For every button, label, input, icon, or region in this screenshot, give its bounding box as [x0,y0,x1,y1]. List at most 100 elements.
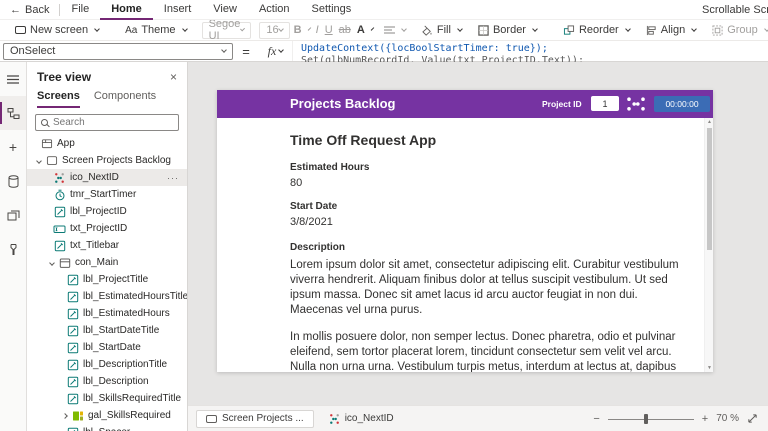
zoom-level[interactable]: 70 % [716,413,739,424]
label-icon [66,393,79,405]
label-icon [53,206,66,218]
tree-item-App[interactable]: App [27,135,187,152]
chevron-down-icon [370,27,375,31]
back-button[interactable]: ← Back [0,4,59,16]
tree-item-Screen Projects Backlog[interactable]: Screen Projects Backlog [27,152,187,169]
fill-button[interactable]: Fill [415,20,469,40]
advanced-tools-rail-button[interactable] [0,232,26,266]
menu-item-insert[interactable]: Insert [153,0,203,20]
screen-tab-Screen Projects ...[interactable]: Screen Projects ... [196,409,314,428]
chevron-down-icon [94,26,100,32]
tree-view-rail-button[interactable] [0,96,26,130]
chevron-right-icon[interactable] [58,412,71,419]
chevron-down-icon [691,26,698,32]
bold-button[interactable]: B [292,20,312,40]
tree-item-lbl_DescriptionTitle[interactable]: lbl_DescriptionTitle [27,356,187,373]
underline-button[interactable]: U [323,20,335,40]
format-toolbar: New screen Aa Theme Segoe UI 16 B I U ab… [0,20,768,41]
project-id-input[interactable] [591,96,619,111]
tree-item-label: lbl_StartDate [83,342,141,353]
zoom-slider-handle[interactable] [643,413,648,424]
screen-tab-ico_NextID[interactable]: ico_NextID [320,410,403,428]
description-label: Description [290,242,346,253]
tree-item-label: lbl_EstimatedHours [83,308,170,319]
menu-item-view[interactable]: View [202,0,248,20]
insert-rail-button[interactable]: + [0,130,26,164]
menu-item-home[interactable]: Home [100,0,153,20]
tree-item-lbl_EstimatedHours[interactable]: lbl_EstimatedHours [27,305,187,322]
theme-button[interactable]: Aa Theme [118,20,193,40]
tree-item-txt_ProjectID[interactable]: txt_ProjectID [27,220,187,237]
italic-button[interactable]: I [314,20,321,40]
menu-item-file[interactable]: File [60,0,100,20]
timer-icon [53,189,66,201]
tree-item-gal_SkillsRequired[interactable]: gal_SkillsRequired [27,407,187,424]
tree-item-lbl_Description[interactable]: lbl_Description [27,373,187,390]
tree-item-lbl_ProjectID[interactable]: lbl_ProjectID [27,203,187,220]
scroll-down-icon[interactable]: ▼ [705,365,713,371]
hamburger-menu-button[interactable] [0,62,26,96]
close-icon[interactable]: × [170,70,177,84]
tree-item-lbl_StartDate[interactable]: lbl_StartDate [27,339,187,356]
formula-line-1: UpdateContext({locBoolStartTimer: true})… [301,42,548,54]
chevron-down-icon [277,26,284,32]
zoom-out-button[interactable]: − [593,413,599,425]
fit-to-window-button[interactable] [747,413,758,424]
strikethrough-button[interactable]: ab [337,20,353,40]
new-screen-button[interactable]: New screen [8,20,106,40]
next-id-icon[interactable] [625,96,647,117]
icon-control-icon [53,172,66,184]
tree-item-lbl_SkillsRequiredTitle[interactable]: lbl_SkillsRequiredTitle [27,390,187,407]
tree-item-lbl_Spacer[interactable]: lbl_Spacer [27,424,187,431]
font-family-select[interactable]: Segoe UI [201,20,252,40]
group-button[interactable]: Group [705,20,768,40]
back-arrow-icon: ← [10,3,21,16]
formula-input[interactable]: UpdateContext({locBoolStartTimer: true})… [293,41,768,62]
zoom-in-button[interactable]: + [702,413,708,425]
page-scrollbar[interactable]: ▲ ▼ [704,118,713,372]
chevron-down-icon [624,26,631,32]
tree-item-lbl_ProjectTitle[interactable]: lbl_ProjectTitle [27,271,187,288]
font-size-select[interactable]: 16 [259,21,290,39]
menu-item-action[interactable]: Action [248,0,301,20]
zoom-slider[interactable] [607,413,694,424]
property-select[interactable]: OnSelect [3,42,233,60]
powerapps-studio-window: ← Back File Home Insert View Action Settings … [0,0,768,431]
align-icon [646,25,657,36]
fx-button[interactable]: fx [259,41,293,61]
border-button[interactable]: Border [471,20,544,40]
chevron-down-icon [221,47,227,53]
tree-item-lbl_StartDateTitle[interactable]: lbl_StartDateTitle [27,322,187,339]
app-title-bar[interactable]: Projects Backlog Project ID 00:00:00 [217,90,713,118]
chevron-down-icon [240,26,246,32]
menu-item-settings[interactable]: Settings [301,0,363,20]
tree-item-ico_NextID[interactable]: ico_NextID ··· [27,169,187,186]
fit-to-window-icon [748,414,757,423]
more-options-button[interactable]: ··· [167,173,187,183]
reorder-button[interactable]: Reorder [556,20,637,40]
tree-item-label: gal_SkillsRequired [88,410,171,421]
tab-screens[interactable]: Screens [37,90,80,108]
scroll-up-icon[interactable]: ▲ [705,119,713,125]
scrollbar-thumb[interactable] [707,128,712,250]
search-box[interactable] [35,114,179,131]
data-rail-button[interactable] [0,164,26,198]
timer-display[interactable]: 00:00:00 [654,96,710,112]
app-page[interactable]: Projects Backlog Project ID 00:00:00 Tim… [217,90,713,372]
tree-view-panel: Tree view × Screens Components App Screen … [27,62,188,431]
label-icon [66,325,79,337]
text-align-button[interactable] [377,20,413,40]
tree-item-lbl_EstimatedHoursTitle[interactable]: lbl_EstimatedHoursTitle [27,288,187,305]
align-button[interactable]: Align [639,20,703,40]
font-color-button[interactable]: A [355,20,375,40]
tree-item-tmr_StartTimer[interactable]: tmr_StartTimer [27,186,187,203]
chevron-down-icon[interactable] [45,259,58,266]
search-input[interactable] [53,117,173,128]
tree-item-txt_Titlebar[interactable]: txt_Titlebar [27,237,187,254]
back-label: Back [25,3,50,16]
chevron-down-icon[interactable] [32,157,45,164]
tree-item-con_Main[interactable]: con_Main [27,254,187,271]
tab-components[interactable]: Components [94,90,156,108]
tree-item-label: ico_NextID [70,172,119,183]
media-rail-button[interactable] [0,198,26,232]
